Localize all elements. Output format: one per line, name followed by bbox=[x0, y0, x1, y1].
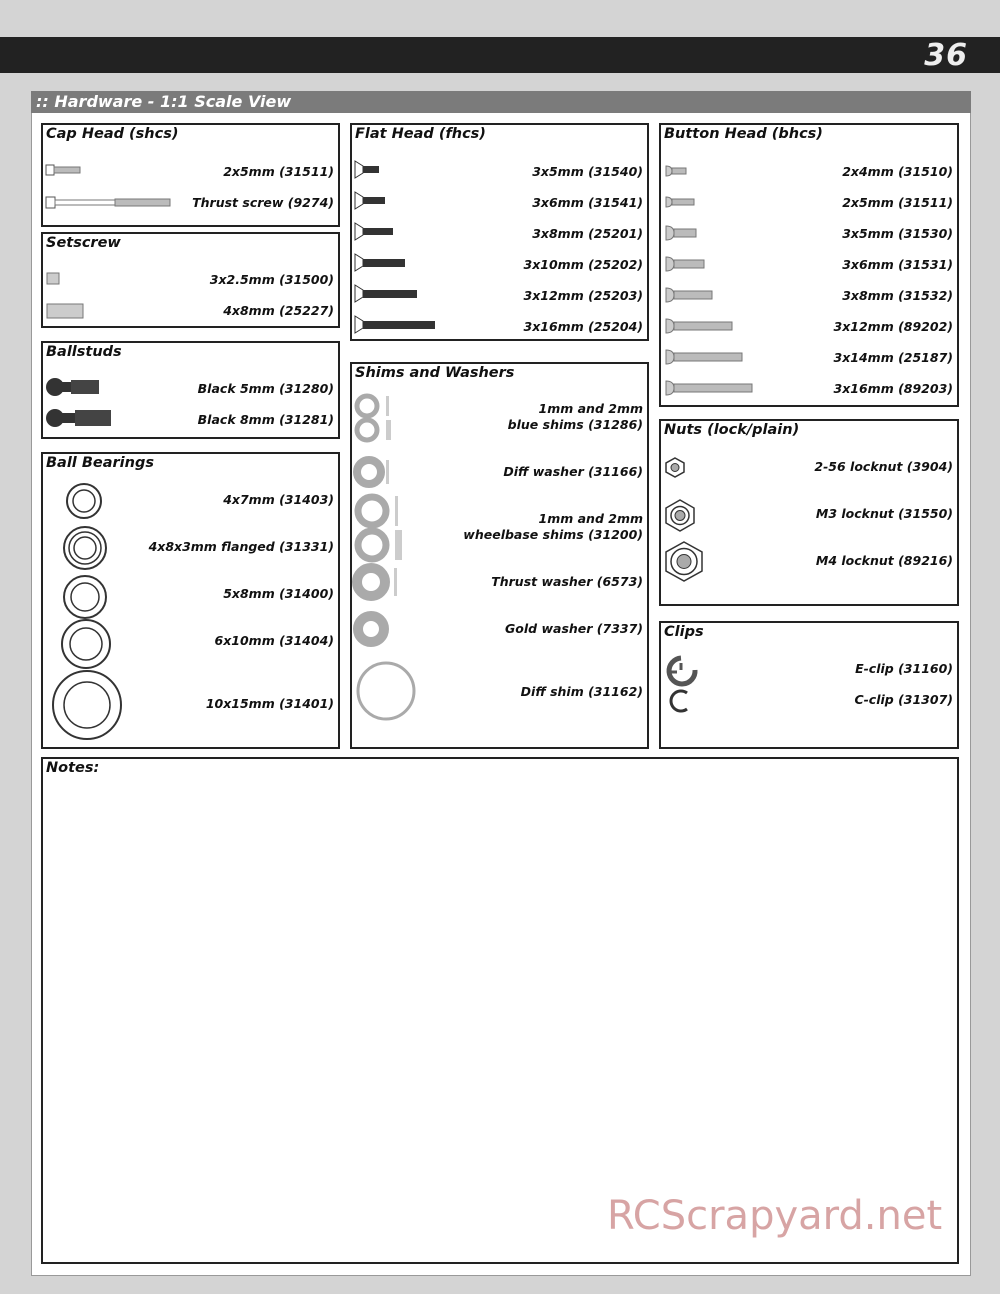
button-head-label-4: 3x6mm (31531) bbox=[842, 257, 953, 272]
ballstuds-box: Ballstuds Black 5mm (31280) Black 8mm (3… bbox=[41, 341, 340, 439]
button-screw-3x5-icon bbox=[665, 225, 697, 241]
button-head-title: Button Head (bhcs) bbox=[664, 126, 823, 142]
bearing-10x15-icon bbox=[52, 670, 122, 740]
bearing-label-2: 4x8x3mm flanged (31331) bbox=[148, 539, 334, 554]
bearing-label-4: 6x10mm (31404) bbox=[214, 633, 334, 648]
shims-label-4: Thrust washer (6573) bbox=[491, 574, 643, 589]
button-head-label-8: 3x16mm (89203) bbox=[833, 381, 953, 396]
wheelbase-shims-icon bbox=[354, 493, 402, 563]
ballstud-label-2: Black 8mm (31281) bbox=[197, 412, 334, 427]
button-head-label-6: 3x12mm (89202) bbox=[833, 319, 953, 334]
button-screw-2x4-icon bbox=[665, 165, 687, 177]
setscrew-label-2: 4x8mm (25227) bbox=[223, 303, 334, 318]
cap-head-label-1: 2x5mm (31511) bbox=[223, 164, 334, 179]
cap-screw-2x5-icon bbox=[45, 164, 81, 176]
locknut-m4-icon bbox=[665, 541, 703, 582]
page-number: 36 bbox=[924, 38, 968, 73]
ballstud-label-1: Black 5mm (31280) bbox=[197, 381, 334, 396]
clips-label-1: E-clip (31160) bbox=[855, 661, 953, 676]
setscrew-label-1: 3x2.5mm (31500) bbox=[209, 272, 334, 287]
bearing-flanged-icon bbox=[63, 526, 107, 570]
button-screw-3x8-icon bbox=[665, 287, 713, 303]
flat-screw-3x16-icon bbox=[354, 315, 435, 334]
shims-label-6: Diff shim (31162) bbox=[520, 684, 643, 699]
bearing-6x10-icon bbox=[61, 619, 111, 669]
bearing-label-5: 10x15mm (31401) bbox=[205, 696, 334, 711]
ballstuds-title: Ballstuds bbox=[46, 344, 122, 360]
button-screw-2x5-icon bbox=[665, 196, 695, 208]
nuts-label-3: M4 locknut (89216) bbox=[815, 553, 953, 568]
flat-head-label-6: 3x16mm (25204) bbox=[523, 319, 643, 334]
shims-label-3: 1mm and 2mm wheelbase shims (31200) bbox=[463, 511, 643, 542]
diff-washer-icon bbox=[353, 456, 389, 488]
button-head-label-2: 2x5mm (31511) bbox=[842, 195, 953, 210]
shims-washers-title: Shims and Washers bbox=[355, 365, 515, 381]
nuts-label-2: M3 locknut (31550) bbox=[815, 506, 953, 521]
nuts-label-1: 2-56 locknut (3904) bbox=[814, 459, 953, 474]
button-screw-3x6-icon bbox=[665, 256, 705, 272]
locknut-2-56-icon bbox=[665, 457, 685, 478]
button-screw-3x16-icon bbox=[665, 380, 753, 396]
top-bar bbox=[0, 37, 1000, 73]
thrust-washer-icon bbox=[352, 563, 397, 601]
thrust-screw-icon bbox=[45, 196, 171, 209]
diff-shim-icon bbox=[356, 661, 416, 721]
c-clip-icon bbox=[669, 689, 688, 713]
shims-label-2: Diff washer (31166) bbox=[503, 464, 643, 479]
flat-screw-3x12-icon bbox=[354, 284, 417, 303]
setscrew-title: Setscrew bbox=[46, 235, 121, 251]
cap-head-box: Cap Head (shcs) 2x5mm (31511) Thrust scr… bbox=[41, 123, 340, 227]
button-screw-3x14-icon bbox=[665, 349, 743, 365]
button-head-label-5: 3x8mm (31532) bbox=[842, 288, 953, 303]
flat-head-label-4: 3x10mm (25202) bbox=[523, 257, 643, 272]
locknut-m3-icon bbox=[665, 499, 695, 532]
button-head-box: Button Head (bhcs) 2x4mm (31510) 2x5mm (… bbox=[659, 123, 959, 407]
flat-head-label-3: 3x8mm (25201) bbox=[532, 226, 643, 241]
ball-bearings-box: Ball Bearings 4x7mm (31403) 4x8x3mm flan… bbox=[41, 452, 340, 749]
flat-head-box: Flat Head (fhcs) 3x5mm (31540) 3x6mm (31… bbox=[350, 123, 649, 341]
shims-label-5: Gold washer (7337) bbox=[505, 621, 643, 636]
section-header-title: :: Hardware - 1:1 Scale View bbox=[36, 92, 292, 111]
notes-title: Notes: bbox=[46, 760, 100, 776]
setscrew-3x2.5-icon bbox=[46, 272, 60, 285]
blue-shims-icon bbox=[354, 393, 391, 443]
flat-screw-3x10-icon bbox=[354, 253, 405, 272]
e-clip-icon bbox=[666, 655, 698, 687]
button-head-label-1: 2x4mm (31510) bbox=[842, 164, 953, 179]
watermark-text: RCScrapyard.net bbox=[607, 1193, 943, 1239]
setscrew-4x8-icon bbox=[46, 303, 84, 319]
clips-title: Clips bbox=[664, 624, 704, 640]
ball-bearings-title: Ball Bearings bbox=[46, 455, 154, 471]
nuts-title: Nuts (lock/plain) bbox=[664, 422, 800, 438]
shims-label-1: 1mm and 2mm blue shims (31286) bbox=[507, 401, 643, 432]
bearing-label-3: 5x8mm (31400) bbox=[223, 586, 334, 601]
bearing-label-1: 4x7mm (31403) bbox=[223, 492, 334, 507]
flat-head-label-1: 3x5mm (31540) bbox=[532, 164, 643, 179]
clips-box: Clips E-clip (31160) C-clip (31307) bbox=[659, 621, 959, 749]
button-head-label-3: 3x5mm (31530) bbox=[842, 226, 953, 241]
flat-screw-3x6-icon bbox=[354, 191, 385, 210]
clips-label-2: C-clip (31307) bbox=[854, 692, 953, 707]
notes-box[interactable]: Notes: bbox=[41, 757, 959, 1264]
flat-head-label-2: 3x6mm (31541) bbox=[532, 195, 643, 210]
bearing-5x8-icon bbox=[63, 575, 107, 619]
button-head-label-7: 3x14mm (25187) bbox=[833, 350, 953, 365]
cap-head-title: Cap Head (shcs) bbox=[46, 126, 179, 142]
button-screw-3x12-icon bbox=[665, 318, 733, 334]
setscrew-box: Setscrew 3x2.5mm (31500) 4x8mm (25227) bbox=[41, 232, 340, 328]
flat-head-title: Flat Head (fhcs) bbox=[355, 126, 486, 142]
flat-head-label-5: 3x12mm (25203) bbox=[523, 288, 643, 303]
cap-head-label-2: Thrust screw (9274) bbox=[192, 195, 334, 210]
ballstud-5mm-icon bbox=[46, 378, 99, 396]
ballstud-8mm-icon bbox=[46, 409, 111, 427]
flat-screw-3x8-icon bbox=[354, 222, 393, 241]
nuts-box: Nuts (lock/plain) 2-56 locknut (3904) M3… bbox=[659, 419, 959, 606]
shims-washers-box: Shims and Washers 1mm and 2mm blue shims… bbox=[350, 362, 649, 749]
bearing-4x7-icon bbox=[66, 483, 102, 519]
gold-washer-icon bbox=[353, 611, 389, 647]
flat-screw-3x5-icon bbox=[354, 160, 379, 179]
